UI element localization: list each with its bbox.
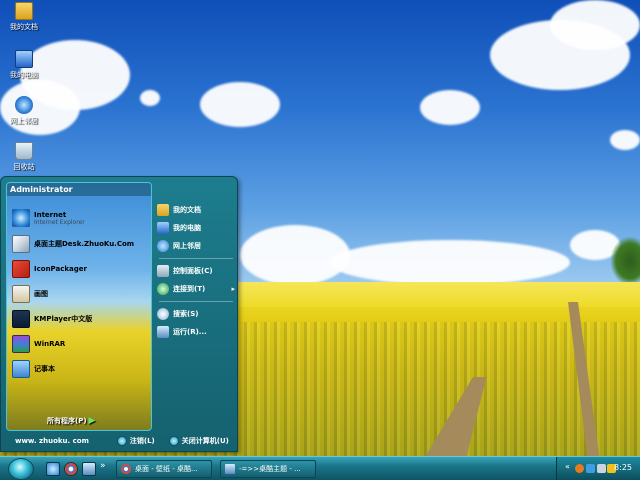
menu-item-connect-to[interactable]: 连接到(T) ▸ xyxy=(157,280,235,298)
start-menu-places-pane: 我的文档 我的电脑 网上邻居 控制面板(C) 连接到(T) ▸ 搜索(S) 运行… xyxy=(157,201,235,341)
tray-volume-icon[interactable] xyxy=(597,464,606,473)
program-sublabel: Internet Explorer xyxy=(34,218,85,226)
program-label: IconPackager xyxy=(34,265,87,273)
tray-network-icon[interactable] xyxy=(586,464,595,473)
kmplayer-icon xyxy=(12,310,30,328)
program-kmplayer[interactable]: KMPlayer中文版 xyxy=(12,310,92,328)
logoff-icon xyxy=(116,436,127,446)
program-desk-theme[interactable]: 桌面主题Desk.ZhuoKu.Com xyxy=(12,235,134,253)
network-icon xyxy=(15,96,33,114)
power-icon xyxy=(168,436,179,446)
menu-item-label: 连接到(T) xyxy=(173,285,206,293)
desktop-icon-recycle-bin[interactable]: 回收站 xyxy=(4,142,44,172)
logoff-label: 注销(L) xyxy=(129,437,155,445)
program-label: Internet xyxy=(34,210,67,219)
menu-item-label: 搜索(S) xyxy=(173,310,199,318)
taskbar-button-browser[interactable]: 桌面 - 壁纸 - 桌酷... xyxy=(116,460,212,478)
clock[interactable]: 8:25 xyxy=(614,463,632,472)
desktop-icon-label: 网上邻居 xyxy=(10,117,38,125)
desktop-icon-label: 我的文档 xyxy=(10,23,38,31)
run-icon xyxy=(157,326,169,338)
chrome-icon xyxy=(121,464,131,474)
program-internet[interactable]: Internet Internet Explorer xyxy=(12,209,85,227)
cloud xyxy=(200,82,280,127)
tray-expand-button[interactable]: « xyxy=(565,462,571,471)
notepad-icon xyxy=(12,360,30,378)
tray-app-icon[interactable] xyxy=(575,464,584,473)
menu-item-control-panel[interactable]: 控制面板(C) xyxy=(157,262,235,280)
program-winrar[interactable]: WinRAR xyxy=(12,335,65,353)
menu-item-label: 我的文档 xyxy=(173,206,201,214)
all-programs-button[interactable]: 所有程序(P) ▶ xyxy=(47,416,95,426)
taskbar-button-label: -=>>桌酷主题 - ... xyxy=(239,465,301,473)
cloud xyxy=(240,225,350,285)
cloud xyxy=(330,240,570,285)
paint-icon xyxy=(12,285,30,303)
menu-item-network[interactable]: 网上邻居 xyxy=(157,237,235,255)
start-menu-url: www. zhuoku. com xyxy=(15,437,89,445)
search-icon xyxy=(157,308,169,320)
program-label: KMPlayer中文版 xyxy=(34,315,93,323)
menu-item-label: 控制面板(C) xyxy=(173,267,213,275)
menu-item-label: 网上邻居 xyxy=(173,242,201,250)
start-menu-username: Administrator xyxy=(7,183,151,196)
desktop-icon-label: 我的电脑 xyxy=(10,71,38,79)
program-iconpackager[interactable]: IconPackager xyxy=(12,260,87,278)
all-programs-label: 所有程序(P) xyxy=(47,417,87,425)
menu-item-label: 我的电脑 xyxy=(173,224,201,232)
start-button[interactable] xyxy=(8,458,34,480)
desktop-icon-my-computer[interactable]: 我的电脑 xyxy=(4,50,44,80)
taskbar: » 桌面 - 壁纸 - 桌酷... -=>>桌酷主题 - ... « 8:25 xyxy=(0,456,640,480)
menu-item-run[interactable]: 运行(R)... xyxy=(157,323,235,341)
cloud xyxy=(550,0,640,50)
taskbar-button-theme[interactable]: -=>>桌酷主题 - ... xyxy=(220,460,316,478)
menu-item-search[interactable]: 搜索(S) xyxy=(157,305,235,323)
program-paint[interactable]: 画图 xyxy=(12,285,48,303)
cloud xyxy=(610,130,640,150)
start-menu: Administrator Internet Internet Explorer… xyxy=(0,176,238,452)
cloud xyxy=(140,90,160,106)
program-label: 记事本 xyxy=(34,365,55,373)
computer-icon xyxy=(15,50,33,68)
computer-icon xyxy=(157,222,169,234)
menu-item-my-documents[interactable]: 我的文档 xyxy=(157,201,235,219)
quicklaunch-more-button[interactable]: » xyxy=(100,461,108,475)
desktop-icon-label: 回收站 xyxy=(13,163,35,171)
shutdown-label: 关闭计算机(U) xyxy=(181,437,229,445)
menu-divider xyxy=(159,258,233,259)
quicklaunch-chrome-icon[interactable] xyxy=(64,462,78,476)
quicklaunch-show-desktop-icon[interactable] xyxy=(82,462,96,476)
control-panel-icon xyxy=(157,265,169,277)
desktop-icon-my-documents[interactable]: 我的文档 xyxy=(4,2,44,32)
menu-item-my-computer[interactable]: 我的电脑 xyxy=(157,219,235,237)
menu-divider xyxy=(159,301,233,302)
winrar-icon xyxy=(12,335,30,353)
shutdown-button[interactable]: 关闭计算机(U) xyxy=(168,436,229,446)
program-label: WinRAR xyxy=(34,340,66,348)
arrow-right-icon: ▶ xyxy=(88,416,96,426)
program-notepad[interactable]: 记事本 xyxy=(12,360,55,378)
start-menu-footer: www. zhuoku. com 注销(L) 关闭计算机(U) xyxy=(1,431,237,451)
start-menu-programs-pane: Administrator Internet Internet Explorer… xyxy=(6,182,152,431)
chevron-right-icon: ▸ xyxy=(231,285,235,293)
system-tray: « 8:25 xyxy=(556,457,640,480)
program-label: 画图 xyxy=(34,290,48,298)
connect-icon xyxy=(157,283,169,295)
logoff-button[interactable]: 注销(L) xyxy=(116,436,155,446)
folder-icon xyxy=(15,2,33,20)
desk-theme-icon xyxy=(12,235,30,253)
network-icon xyxy=(157,240,169,252)
menu-item-label: 运行(R)... xyxy=(173,328,207,336)
program-label: 桌面主题Desk.ZhuoKu.Com xyxy=(34,240,135,248)
desktop-icon xyxy=(225,464,235,474)
quicklaunch-internet-explorer-icon[interactable] xyxy=(46,462,60,476)
iconpackager-icon xyxy=(12,260,30,278)
cloud xyxy=(420,90,480,125)
recycle-bin-icon xyxy=(15,142,33,160)
taskbar-button-label: 桌面 - 壁纸 - 桌酷... xyxy=(135,465,198,473)
tree xyxy=(610,236,640,286)
folder-icon xyxy=(157,204,169,216)
internet-explorer-icon xyxy=(12,209,30,227)
desktop-icon-network[interactable]: 网上邻居 xyxy=(4,96,44,126)
